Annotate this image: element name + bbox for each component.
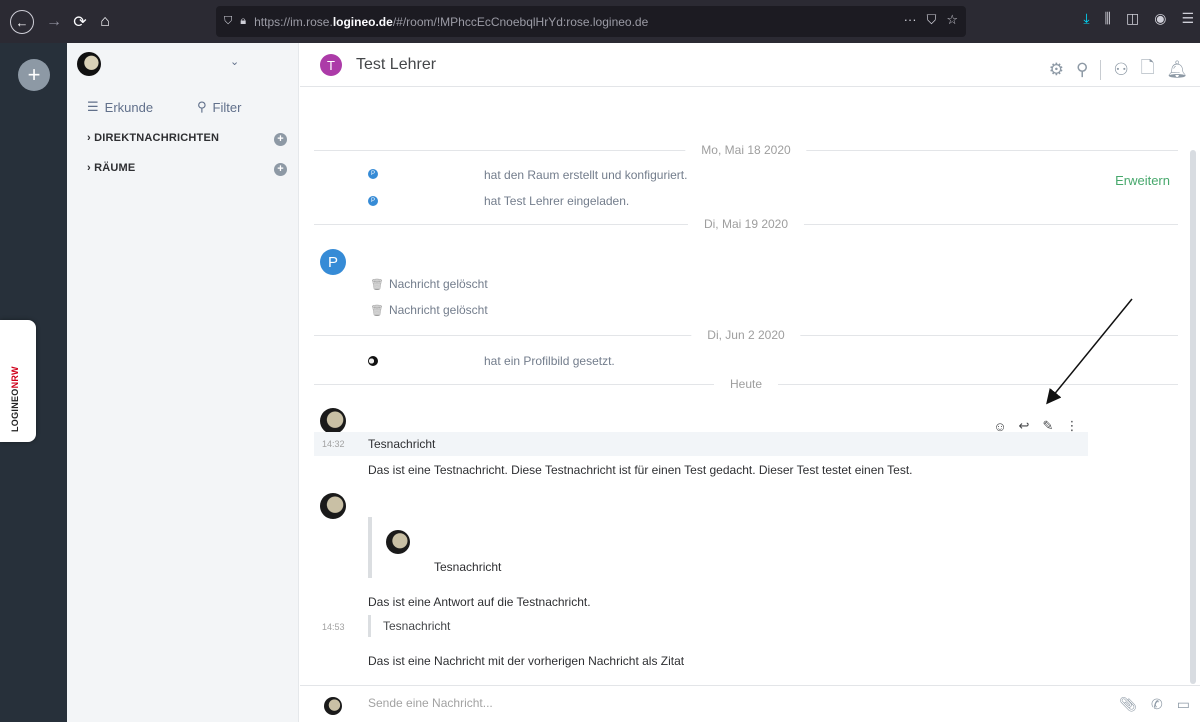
sender-avatar[interactable]: P (320, 249, 346, 275)
message-body: Das ist eine Nachricht mit der vorherige… (368, 654, 685, 668)
room-list-sidebar: ⌄ ☰ Erkunde ⚲ Filter › DIREKTNACHRICHTEN… (67, 43, 299, 722)
event-text: hat Test Lehrer eingeladen. (484, 194, 630, 208)
deleted-message: 🗑︎ Nachricht gelöscht (370, 277, 488, 291)
room-avatar[interactable]: T (320, 54, 342, 76)
message-body: Das ist eine Testnachricht. Diese Testna… (368, 463, 913, 477)
sender-avatar[interactable] (320, 493, 346, 519)
message-composer: 📎︎ ✆ ▭ (300, 685, 1200, 722)
message-input[interactable] (368, 696, 968, 710)
url-text: https://im.rose.logineo.de/#/room/!MPhcc… (254, 14, 649, 29)
more-icon[interactable]: ··· (904, 12, 917, 28)
logineo-tab[interactable]: LOGINEONRW (0, 320, 36, 442)
emoji-react-icon[interactable]: ☺ (990, 419, 1010, 434)
reply-icon[interactable]: ↩ (1014, 418, 1034, 434)
sidebar-icon[interactable]: ◫ (1126, 10, 1139, 27)
chevron-down-icon[interactable]: ⌄ (230, 55, 239, 68)
sender-avatar[interactable] (320, 408, 346, 434)
home-icon[interactable]: ⌂ (93, 10, 117, 34)
notifications-icon[interactable]: 🔔︎ (1166, 60, 1188, 80)
back-icon[interactable]: ← (10, 10, 34, 34)
date-separator: Mo, Mai 18 2020 (314, 143, 1178, 157)
account-icon[interactable]: ◉ (1154, 10, 1166, 27)
room-header: T Test Lehrer ⚙ ⚲ ⚇ 🗋︎ 🔔︎ (300, 43, 1200, 87)
message-row[interactable]: 14:32 Tesnachricht (314, 432, 1088, 456)
files-icon[interactable]: 🗋︎ (1141, 55, 1155, 84)
quoted-avatar (386, 530, 410, 554)
members-icon[interactable]: ⚇ (1113, 60, 1128, 80)
quote-line: Tesnachricht (368, 615, 450, 637)
quote-border (368, 517, 372, 578)
event-avatar[interactable] (368, 356, 378, 366)
library-icon[interactable]: ⫼ (1105, 10, 1111, 27)
download-icon[interactable]: ⤓ (1083, 10, 1089, 27)
video-call-icon[interactable]: ▭ (1177, 696, 1190, 713)
attachment-icon[interactable]: 📎︎ (1119, 696, 1137, 713)
event-text: hat den Raum erstellt und konfiguriert. (484, 168, 688, 182)
list-icon: ☰ (87, 99, 99, 114)
event-avatar[interactable]: P (368, 196, 378, 206)
add-dm-button[interactable]: + (274, 133, 287, 146)
reload-icon[interactable]: ⟳ (68, 10, 92, 34)
add-community-button[interactable]: + (18, 59, 50, 91)
user-avatar[interactable] (77, 52, 101, 76)
message-timestamp: 14:53 (322, 622, 345, 632)
pocket-icon[interactable]: ⛉ (927, 12, 937, 28)
event-avatar[interactable]: P (368, 169, 378, 179)
trash-icon: 🗑︎ (370, 304, 384, 317)
room-title[interactable]: Test Lehrer (356, 56, 436, 74)
trash-icon: 🗑︎ (370, 278, 384, 291)
section-direct-messages[interactable]: › DIREKTNACHRICHTEN (87, 132, 219, 144)
url-bar[interactable]: ⛉ 🔒︎ https://im.rose.logineo.de/#/room/!… (216, 6, 966, 37)
annotation-arrow (1046, 298, 1133, 405)
voice-call-icon[interactable]: ✆ (1151, 696, 1163, 713)
browser-toolbar: ← → ⟳ ⌂ ⛉ 🔒︎ https://im.rose.logineo.de/… (0, 0, 1200, 43)
message-action-bar: ☺ ↩ ✎ ⋮ (984, 415, 1088, 437)
header-divider (1100, 59, 1102, 80)
bookmark-star-icon[interactable]: ☆ (946, 12, 958, 28)
section-rooms[interactable]: › RÄUME (87, 162, 135, 174)
lock-icon[interactable]: 🔒︎ (240, 15, 246, 28)
filter-button[interactable]: ⚲ Filter (197, 99, 241, 115)
shield-icon[interactable]: ⛉ (224, 15, 232, 28)
date-separator: Di, Mai 19 2020 (314, 217, 1178, 231)
reply-body: Das ist eine Antwort auf die Testnachric… (368, 595, 591, 609)
composer-avatar (324, 697, 342, 715)
message-subject: Tesnachricht (368, 437, 436, 451)
expand-link[interactable]: Erweitern (1115, 173, 1170, 188)
timeline-scrollbar[interactable] (1190, 150, 1196, 684)
options-icon[interactable]: ⋮ (1062, 418, 1082, 434)
edit-icon[interactable]: ✎ (1038, 418, 1058, 434)
deleted-message: 🗑︎ Nachricht gelöscht (370, 303, 488, 317)
menu-icon[interactable]: ☰ (1181, 10, 1194, 27)
quoted-message[interactable]: Tesnachricht (434, 560, 501, 574)
settings-icon[interactable]: ⚙ (1049, 60, 1064, 80)
add-room-button[interactable]: + (274, 163, 287, 176)
event-text: hat ein Profilbild gesetzt. (484, 354, 615, 368)
logineo-logo: LOGINEONRW (10, 366, 20, 432)
forward-icon[interactable]: → (42, 10, 66, 34)
search-icon[interactable]: ⚲ (1076, 60, 1088, 80)
explore-button[interactable]: ☰ Erkunde (87, 99, 153, 115)
search-icon: ⚲ (197, 99, 207, 114)
message-timestamp: 14:32 (322, 439, 345, 449)
